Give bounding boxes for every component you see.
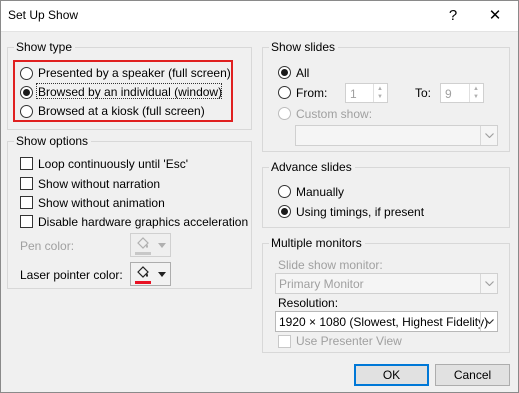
disable-hw-acceleration-label[interactable]: Disable hardware graphics acceleration	[38, 215, 248, 229]
chevron-down-icon	[485, 281, 494, 286]
chevron-down-icon	[485, 133, 494, 138]
title-bar: Set Up Show ? ✕	[0, 0, 519, 31]
show-without-narration-label[interactable]: Show without narration	[38, 177, 160, 191]
radio-using-timings[interactable]	[278, 205, 291, 218]
show-options-legend: Show options	[14, 134, 92, 148]
slide-show-monitor-value: Primary Monitor	[279, 277, 364, 291]
chevron-down-icon: ▼	[377, 94, 383, 100]
custom-show-label: Custom show:	[296, 107, 373, 121]
chevron-down-icon	[485, 319, 494, 324]
chevron-down-icon: ▼	[473, 94, 479, 100]
dialog-body: Show type Presented by a speaker (full s…	[1, 31, 518, 393]
spinner-arrows[interactable]: ▲ ▼	[469, 84, 483, 102]
pen-color-label: Pen color:	[20, 239, 75, 253]
loop-continuously-checkbox[interactable]	[20, 157, 33, 170]
show-without-narration-checkbox[interactable]	[20, 177, 33, 190]
radio-manually[interactable]	[278, 185, 291, 198]
spinner-arrows[interactable]: ▲ ▼	[373, 84, 387, 102]
chevron-up-icon: ▲	[473, 86, 479, 92]
to-spinner[interactable]: 9 ▲ ▼	[440, 83, 484, 103]
browsed-at-kiosk-label[interactable]: Browsed at a kiosk (full screen)	[38, 104, 205, 118]
radio-presented-by-speaker[interactable]	[20, 67, 33, 80]
window-title: Set Up Show	[8, 8, 79, 22]
radio-all-slides[interactable]	[278, 66, 291, 79]
pen-color-button[interactable]	[130, 233, 171, 257]
custom-show-select[interactable]	[295, 125, 498, 146]
show-slides-legend: Show slides	[269, 40, 339, 54]
paint-bucket-icon	[137, 237, 149, 249]
radio-custom-show[interactable]	[278, 107, 291, 120]
all-slides-label[interactable]: All	[296, 66, 309, 80]
laser-pointer-color-button[interactable]	[130, 262, 171, 286]
close-icon: ✕	[488, 7, 502, 24]
chevron-down-icon	[158, 272, 166, 277]
paint-bucket-icon	[137, 266, 149, 278]
pen-color-swatch	[135, 252, 151, 255]
help-icon: ?	[448, 7, 458, 24]
chevron-down-icon	[158, 243, 166, 248]
from-label[interactable]: From:	[296, 86, 327, 100]
to-value: 9	[445, 87, 452, 101]
show-without-animation-checkbox[interactable]	[20, 196, 33, 209]
radio-browsed-by-individual[interactable]	[20, 86, 33, 99]
close-button[interactable]: ✕	[479, 0, 511, 31]
laser-pointer-color-label: Laser pointer color:	[20, 268, 123, 282]
from-value: 1	[350, 87, 357, 101]
resolution-value: 1920 × 1080 (Slowest, Highest Fidelity)	[279, 315, 489, 329]
to-label: To:	[415, 86, 432, 100]
use-presenter-view-label: Use Presenter View	[296, 334, 402, 348]
laser-color-swatch	[135, 281, 151, 284]
dropdown-button[interactable]	[480, 274, 497, 293]
show-type-legend: Show type	[14, 40, 76, 54]
help-button[interactable]: ?	[437, 0, 469, 31]
browsed-by-individual-label[interactable]: Browsed by an individual (window)	[38, 85, 222, 99]
resolution-select[interactable]: 1920 × 1080 (Slowest, Highest Fidelity)	[275, 311, 498, 332]
dropdown-button[interactable]	[480, 312, 497, 331]
loop-continuously-label[interactable]: Loop continuously until 'Esc'	[38, 157, 188, 171]
slide-show-monitor-select[interactable]: Primary Monitor	[275, 273, 498, 294]
ok-button[interactable]: OK	[354, 364, 429, 386]
multiple-monitors-legend: Multiple monitors	[269, 236, 365, 250]
presented-by-speaker-label[interactable]: Presented by a speaker (full screen)	[38, 66, 231, 80]
show-without-animation-label[interactable]: Show without animation	[38, 196, 165, 210]
resolution-label: Resolution:	[278, 296, 339, 310]
use-presenter-view-checkbox[interactable]	[278, 335, 291, 348]
cancel-button[interactable]: Cancel	[435, 364, 510, 386]
manually-label[interactable]: Manually	[296, 185, 344, 199]
advance-slides-legend: Advance slides	[269, 160, 355, 174]
from-spinner[interactable]: 1 ▲ ▼	[345, 83, 388, 103]
dropdown-button[interactable]	[480, 126, 497, 145]
radio-browsed-at-kiosk[interactable]	[20, 105, 33, 118]
using-timings-label[interactable]: Using timings, if present	[296, 205, 424, 219]
disable-hw-acceleration-checkbox[interactable]	[20, 215, 33, 228]
slide-show-monitor-label: Slide show monitor:	[278, 258, 383, 272]
chevron-up-icon: ▲	[377, 86, 383, 92]
radio-from-slides[interactable]	[278, 86, 291, 99]
